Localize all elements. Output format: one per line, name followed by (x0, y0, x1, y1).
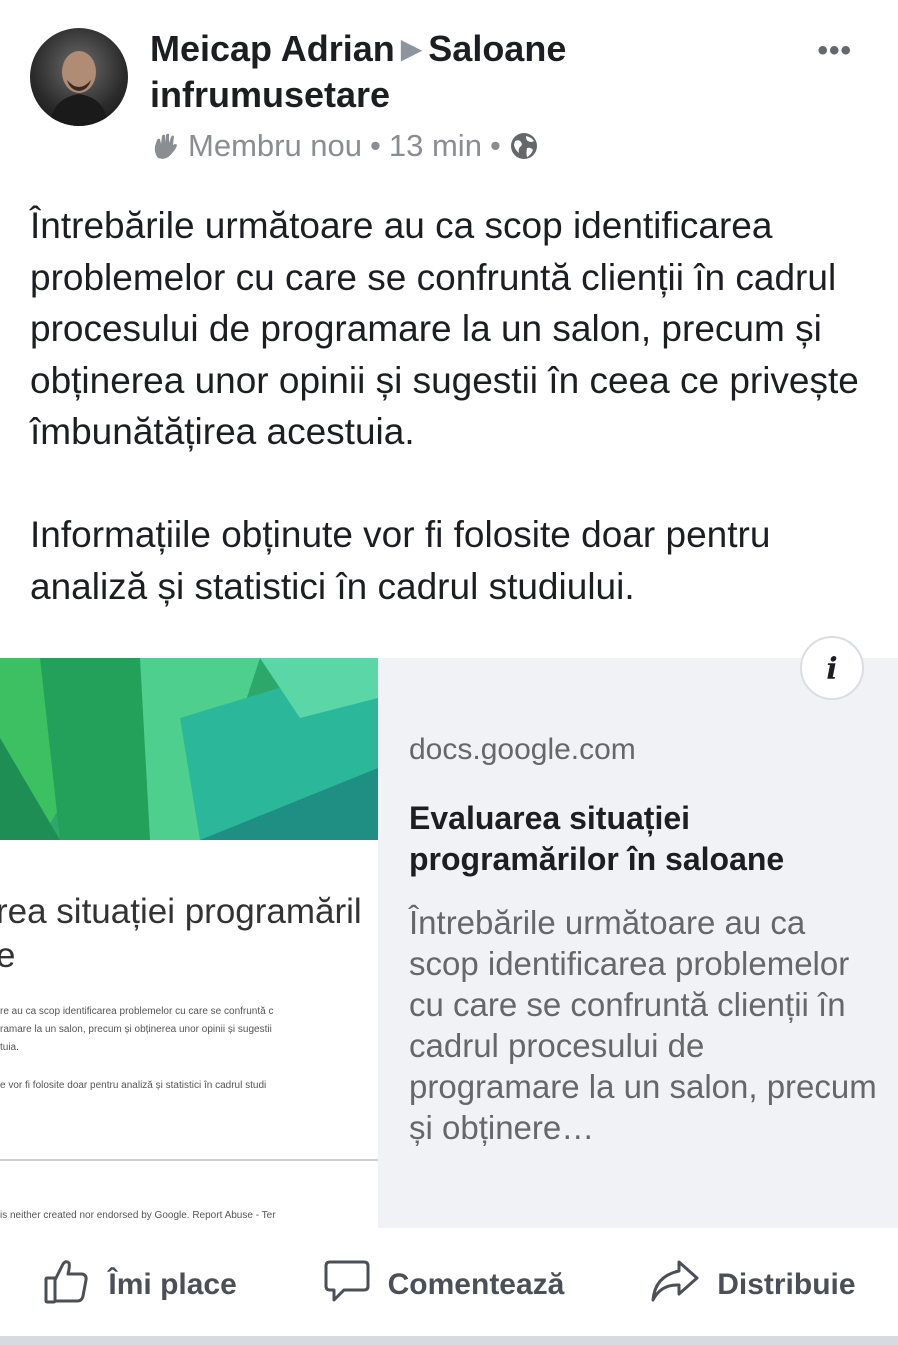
form-desc-line: re au ca scop identificarea problemelor … (0, 1006, 274, 1017)
info-button[interactable]: i (800, 636, 864, 700)
thumbs-up-icon (42, 1256, 92, 1314)
form-banner-image (0, 658, 378, 840)
like-label: Îmi place (108, 1268, 237, 1301)
feed-separator (0, 1336, 898, 1345)
comment-label: Comentează (387, 1268, 565, 1301)
divider (0, 1159, 378, 1161)
post-meta: Membru nou • 13 min • (150, 128, 539, 164)
share-label: Distribuie (717, 1268, 856, 1301)
like-button[interactable]: Îmi place (42, 1256, 237, 1314)
more-options-button[interactable]: ••• (817, 34, 852, 68)
globe-icon (509, 131, 539, 161)
share-button[interactable]: Distribuie (649, 1256, 856, 1314)
dot-separator: • (489, 128, 501, 163)
post-time[interactable]: 13 min (389, 128, 482, 164)
comment-icon (322, 1256, 372, 1314)
share-icon (649, 1256, 701, 1314)
comment-button[interactable]: Comentează (322, 1256, 565, 1314)
link-description: Întrebările următoare au ca scop identif… (409, 904, 877, 1146)
post-paragraph: Întrebările următoare au ca scop identif… (30, 205, 859, 452)
post-header-title: Meicap Adrian ▶ Saloane infrumusetare (150, 26, 750, 118)
post-paragraph: Informațiile obținute vor fi folosite do… (30, 514, 771, 607)
form-desc-line: e vor fi folosite doar pentru analiză și… (0, 1080, 267, 1091)
form-title-preview: rea situației programăril e (0, 892, 362, 975)
form-desc-line: tuia. (0, 1042, 19, 1053)
link-title: Evaluarea situației programărilor în sal… (409, 800, 785, 877)
wave-hand-icon (150, 131, 180, 161)
member-badge: Membru nou (188, 128, 363, 163)
link-domain: docs.google.com (409, 733, 636, 766)
dot-separator: • (370, 128, 381, 163)
author-avatar[interactable] (30, 28, 128, 126)
form-desc-line: ramare la un salon, precum și obținerea … (0, 1024, 272, 1035)
author-name[interactable]: Meicap Adrian (150, 28, 395, 69)
link-thumbnail[interactable]: rea situației programăril e re au ca sco… (0, 658, 378, 1228)
arrow-right-icon: ▶ (400, 33, 423, 64)
form-footer: is neither created nor endorsed by Googl… (0, 1210, 276, 1221)
post-actions: Îmi place Comentează Distribuie (0, 1238, 898, 1332)
link-preview-text[interactable]: docs.google.com Evaluarea situației prog… (409, 730, 879, 1148)
post-body: Întrebările următoare au ca scop identif… (30, 200, 880, 664)
